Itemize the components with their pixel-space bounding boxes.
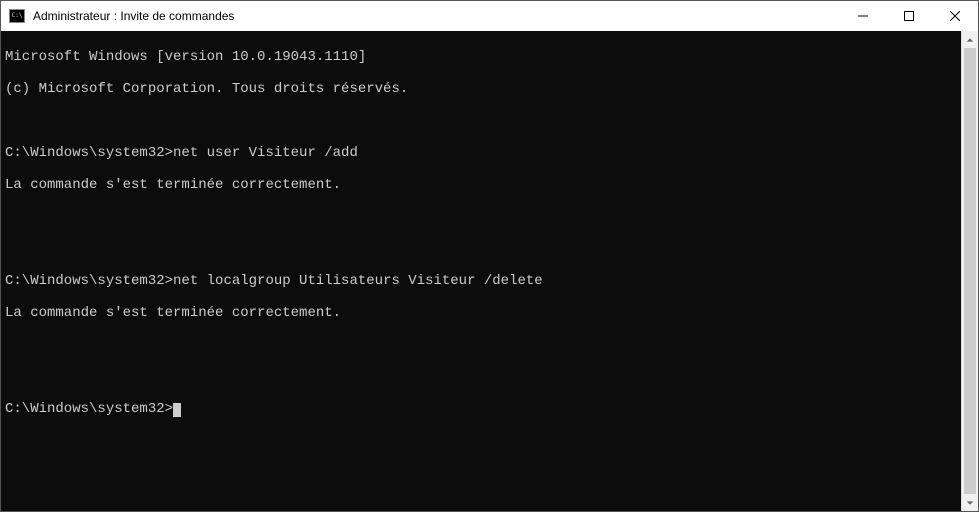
close-button[interactable] [932,1,978,31]
terminal-line [5,337,961,353]
terminal-line: C:\Windows\system32> [5,401,961,417]
terminal-line: C:\Windows\system32>net localgroup Utili… [5,273,961,289]
titlebar[interactable]: Administrateur : Invite de commandes [1,1,978,31]
scroll-up-button[interactable] [962,31,978,48]
prompt: C:\Windows\system32> [5,401,173,417]
prompt: C:\Windows\system32> [5,145,173,161]
terminal-line [5,113,961,129]
minimize-icon [858,11,868,21]
scroll-track[interactable] [962,48,978,494]
minimize-button[interactable] [840,1,886,31]
client-area: Microsoft Windows [version 10.0.19043.11… [1,31,978,511]
maximize-button[interactable] [886,1,932,31]
prompt: C:\Windows\system32> [5,273,173,289]
terminal-line: Microsoft Windows [version 10.0.19043.11… [5,49,961,65]
chevron-up-icon [966,36,974,44]
terminal-line [5,241,961,257]
chevron-down-icon [966,499,974,507]
terminal-line: La commande s'est terminée correctement. [5,177,961,193]
terminal-line: C:\Windows\system32>net user Visiteur /a… [5,145,961,161]
terminal-line [5,209,961,225]
app-icon-slot [7,6,27,26]
scroll-thumb[interactable] [964,48,976,494]
cmd-window: Administrateur : Invite de commandes Mic… [0,0,979,512]
terminal-line [5,369,961,385]
terminal-output[interactable]: Microsoft Windows [version 10.0.19043.11… [1,31,961,511]
terminal-line: La commande s'est terminée correctement. [5,305,961,321]
scroll-down-button[interactable] [962,494,978,511]
command-text: net user Visiteur /add [173,145,358,161]
vertical-scrollbar[interactable] [961,31,978,511]
text-cursor [173,403,181,417]
command-text: net localgroup Utilisateurs Visiteur /de… [173,273,543,289]
window-title: Administrateur : Invite de commandes [33,9,234,23]
cmd-icon [9,9,25,23]
maximize-icon [904,11,914,21]
terminal-line: (c) Microsoft Corporation. Tous droits r… [5,81,961,97]
close-icon [950,11,960,21]
